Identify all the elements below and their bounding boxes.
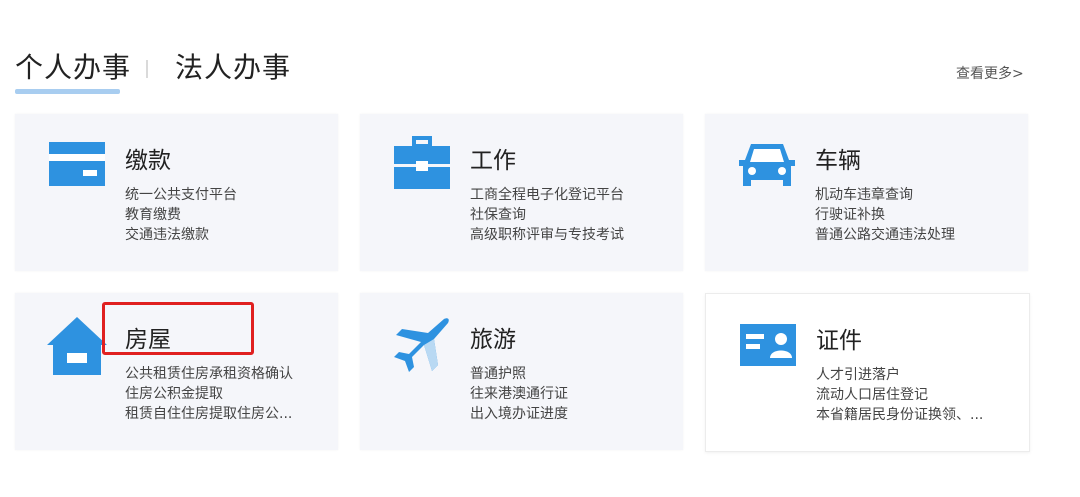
card-link[interactable]: 行驶证补换 <box>815 205 955 225</box>
card-link[interactable]: 普通公路交通违法处理 <box>815 225 955 245</box>
card-link[interactable]: 交通违法缴款 <box>125 225 237 245</box>
card-payment-icon <box>47 136 107 196</box>
briefcase-icon <box>392 136 452 196</box>
card-link[interactable]: 人才引进落户 <box>816 365 983 385</box>
house-icon <box>47 315 107 375</box>
card-link[interactable]: 公共租赁住房承租资格确认 <box>125 364 293 384</box>
service-card-certificates[interactable]: 证件 人才引进落户 流动人口居住登记 本省籍居民身份证换领、... <box>705 293 1030 452</box>
tab-divider <box>146 60 148 78</box>
car-icon <box>737 136 797 196</box>
tab-personal-affairs[interactable]: 个人办事 <box>15 46 131 86</box>
card-link[interactable]: 流动人口居住登记 <box>816 385 983 405</box>
card-link[interactable]: 高级职称评审与专技考试 <box>470 225 624 245</box>
service-card-travel[interactable]: 旅游 普通护照 往来港澳通行证 出入境办证进度 <box>360 293 683 450</box>
card-title: 旅游 <box>470 327 516 353</box>
service-card-vehicle[interactable]: 车辆 机动车违章查询 行驶证补换 普通公路交通违法处理 <box>705 114 1028 271</box>
card-links: 公共租赁住房承租资格确认 住房公积金提取 租赁自住住房提取住房公... <box>125 364 293 424</box>
airplane-icon <box>392 315 452 375</box>
id-card-icon <box>738 316 798 376</box>
service-card-work[interactable]: 工作 工商全程电子化登记平台 社保查询 高级职称评审与专技考试 <box>360 114 683 271</box>
service-card-housing[interactable]: 房屋 公共租赁住房承租资格确认 住房公积金提取 租赁自住住房提取住房公... <box>15 293 338 450</box>
card-links: 机动车违章查询 行驶证补换 普通公路交通违法处理 <box>815 185 955 245</box>
active-tab-indicator <box>15 89 120 94</box>
tab-legal-affairs[interactable]: 法人办事 <box>175 46 291 86</box>
card-link[interactable]: 出入境办证进度 <box>470 404 568 424</box>
card-links: 人才引进落户 流动人口居住登记 本省籍居民身份证换领、... <box>816 365 983 425</box>
service-tabs: 个人办事 法人办事 <box>15 46 415 96</box>
card-title: 车辆 <box>815 148 861 174</box>
card-link[interactable]: 机动车违章查询 <box>815 185 955 205</box>
card-link[interactable]: 教育缴费 <box>125 205 237 225</box>
card-title: 工作 <box>470 148 516 174</box>
card-title: 缴款 <box>125 148 171 174</box>
card-title: 房屋 <box>125 327 171 353</box>
card-links: 统一公共支付平台 教育缴费 交通违法缴款 <box>125 185 237 245</box>
card-link[interactable]: 本省籍居民身份证换领、... <box>816 405 983 425</box>
view-more-link[interactable]: 查看更多> <box>956 63 1024 83</box>
card-link[interactable]: 住房公积金提取 <box>125 384 293 404</box>
card-link[interactable]: 社保查询 <box>470 205 624 225</box>
card-link[interactable]: 往来港澳通行证 <box>470 384 568 404</box>
card-link[interactable]: 租赁自住住房提取住房公... <box>125 404 293 424</box>
service-card-payment[interactable]: 缴款 统一公共支付平台 教育缴费 交通违法缴款 <box>15 114 338 271</box>
card-links: 工商全程电子化登记平台 社保查询 高级职称评审与专技考试 <box>470 185 624 245</box>
card-title: 证件 <box>816 328 862 354</box>
card-link[interactable]: 普通护照 <box>470 364 568 384</box>
card-links: 普通护照 往来港澳通行证 出入境办证进度 <box>470 364 568 424</box>
card-link[interactable]: 工商全程电子化登记平台 <box>470 185 624 205</box>
service-card-grid: 缴款 统一公共支付平台 教育缴费 交通违法缴款 工作 工商全程电子化登记平台 社… <box>15 114 1030 454</box>
card-link[interactable]: 统一公共支付平台 <box>125 185 237 205</box>
